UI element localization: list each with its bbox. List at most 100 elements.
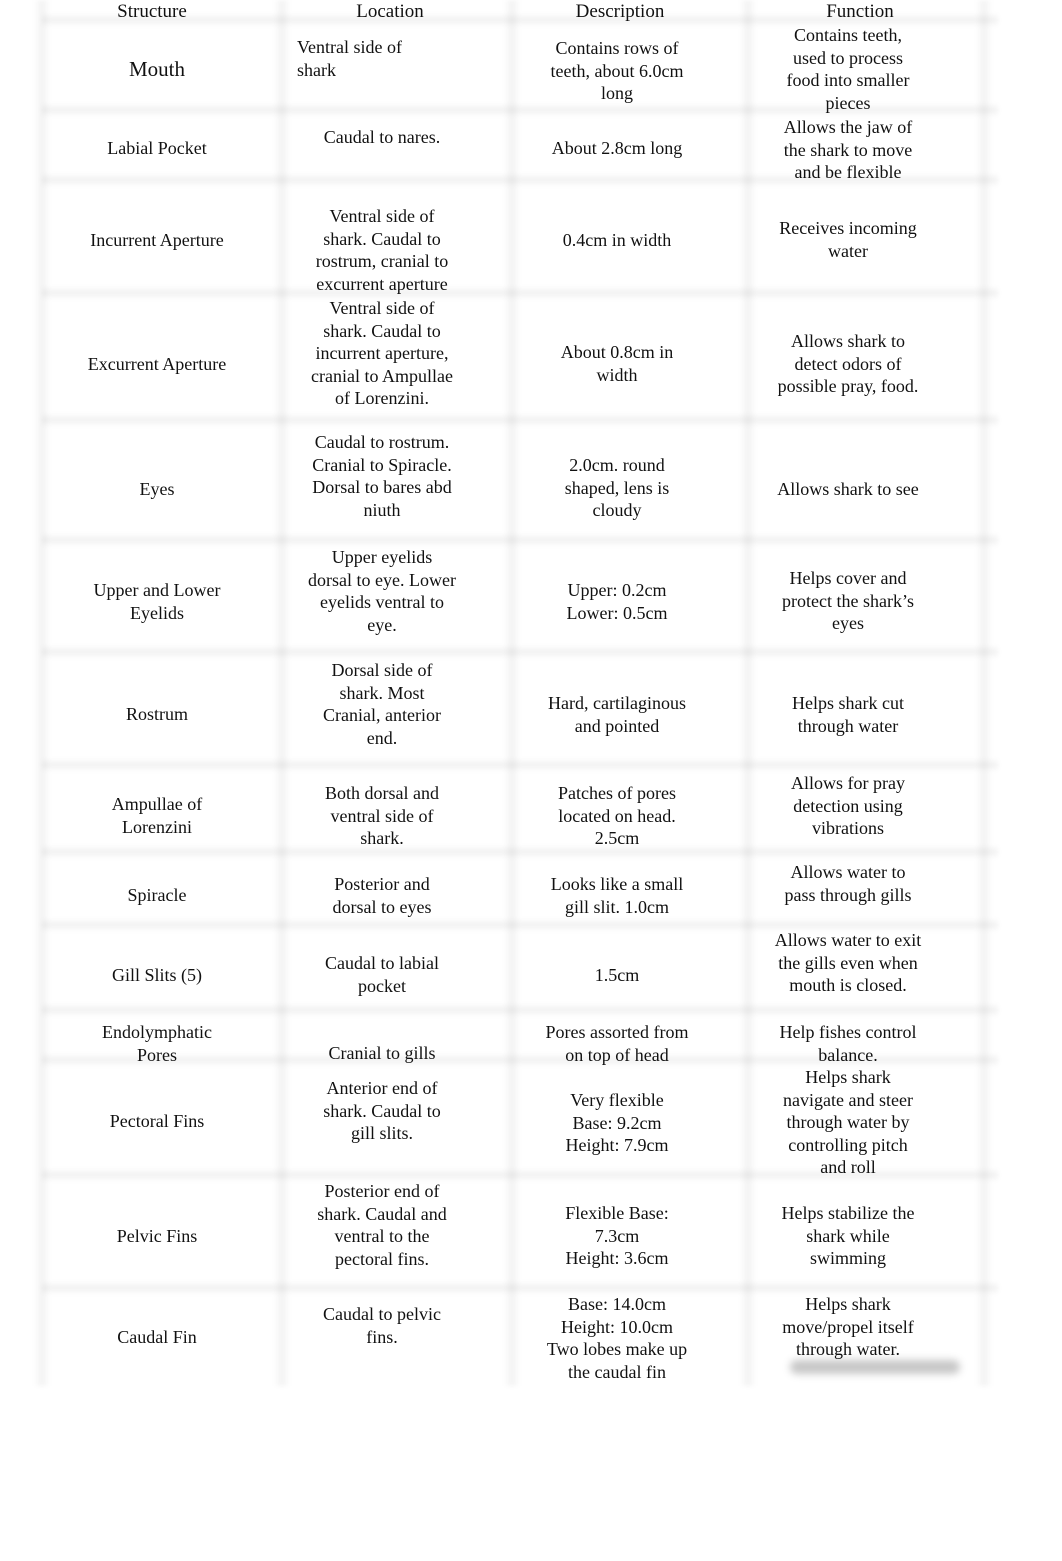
cell-description: Base: 14.0cm Height: 10.0cm Two lobes make… — [522, 1293, 712, 1383]
cell-text-line: Allows for pray — [791, 773, 905, 793]
cell-text-line: About 0.8cm in — [560, 342, 674, 362]
cell-text-line: pieces — [825, 92, 871, 113]
cell-text-line: Ventral side of — [329, 206, 435, 226]
cell-text-line: the shark to move — [783, 139, 913, 160]
cell-location: Ventral side of shark — [297, 36, 477, 81]
cell-function: Allows shark to detect odors of possible p… — [758, 330, 938, 398]
cell-text-line: 7.3cm — [594, 1225, 640, 1246]
cell-location: Ventral side of shark. Caudal to incurrent… — [292, 297, 472, 410]
cell-text-line: teeth, about 6.0cm — [550, 60, 684, 81]
cell-structure: Endolymphatic Pores — [52, 1021, 262, 1066]
cell-text-line: on top of head — [565, 1044, 669, 1065]
cell-function: Helps shark cut through water — [758, 692, 938, 737]
cell-text-line: cranial to Ampullae — [311, 365, 453, 386]
cell-text-line: detection using — [793, 795, 903, 816]
cell-location: Caudal to pelvic fins. — [292, 1303, 472, 1348]
cell-location: Posterior end of shark. Caudal and ventral… — [292, 1180, 472, 1270]
cell-text-line: Allows shark to see — [777, 479, 919, 499]
row-divider — [42, 1003, 998, 1017]
cell-structure: Pectoral Fins — [52, 1110, 262, 1133]
cell-text-line: Very flexible — [570, 1090, 664, 1110]
cell-text-line: shark. Most — [339, 682, 425, 703]
cell-structure: Mouth — [52, 58, 262, 81]
cell-text-line: shark. Caudal and — [317, 1203, 447, 1224]
cell-location: Dorsal side of shark. Most Cranial, anteri… — [292, 659, 472, 749]
cell-text-line: niuth — [363, 499, 401, 520]
cell-description: 0.4cm in width — [522, 229, 712, 252]
cell-text-line: Base: 9.2cm — [572, 1112, 662, 1133]
cell-description: 2.0cm. round shaped, lens is cloudy — [522, 454, 712, 522]
cell-function: Allows shark to see — [758, 478, 938, 501]
cell-description: Upper: 0.2cm Lower: 0.5cm — [522, 579, 712, 624]
cell-text-line: Caudal to labial — [325, 953, 439, 973]
cell-location: Cranial to gills — [292, 1042, 472, 1065]
cell-description: Patches of pores located on head. 2.5cm — [522, 782, 712, 850]
cell-text-line: shaped, lens is — [564, 477, 670, 498]
cell-text-line: width — [596, 364, 638, 385]
cell-text-line: of Lorenzini. — [335, 388, 429, 408]
cell-text-line: through water by — [786, 1112, 910, 1132]
cell-text-line: Caudal to pelvic — [323, 1304, 441, 1324]
cell-text-line: and roll — [820, 1157, 876, 1177]
cell-text-line: Gill Slits (5) — [111, 965, 202, 985]
cell-text-line: Incurrent Aperture — [90, 230, 224, 250]
cell-text-line: through water. — [796, 1339, 900, 1359]
cell-text-line: dorsal to eye. Lower — [308, 569, 456, 590]
cell-text-line: ventral side of — [330, 805, 434, 826]
cell-text-line: eye. — [367, 614, 397, 635]
cell-text-line: Helps shark — [805, 1067, 891, 1087]
cell-text-line: and be flexible — [794, 162, 902, 182]
cell-text-line: Helps shark — [805, 1294, 891, 1314]
row-divider — [42, 645, 998, 659]
cell-text-line: through water — [797, 715, 899, 736]
cell-text-line: Hard, cartilaginous — [548, 693, 686, 713]
cell-function: Help fishes control balance. — [758, 1021, 938, 1066]
cell-text-line: Height: 10.0cm — [561, 1316, 673, 1337]
cell-text-line: the caudal fin — [568, 1361, 666, 1382]
cell-text-line: Ampullae of — [111, 794, 203, 814]
cell-location: Caudal to nares. — [292, 126, 472, 149]
cell-text-line: Allows water to exit — [774, 930, 922, 950]
cell-text-line: end. — [366, 727, 398, 748]
cell-text-line: Ventral side of — [297, 37, 402, 57]
column-divider — [274, 0, 290, 1386]
cell-text-line: Allows water to — [790, 862, 906, 882]
cell-text-line: Both dorsal and — [325, 783, 439, 803]
redacted-watermark — [790, 1360, 960, 1374]
cell-location: Upper eyelids dorsal to eye. Lower eyelids… — [292, 546, 472, 636]
cell-structure: Eyes — [52, 478, 262, 501]
cell-function: Contains teeth, used to process food into … — [758, 24, 938, 114]
cell-text-line: pocket — [358, 975, 406, 996]
cell-function: Helps shark move/propel itself through wat… — [758, 1293, 938, 1361]
cell-text-line: water — [828, 240, 868, 261]
cell-text-line: Spiracle — [127, 885, 187, 905]
cell-function: Helps stabilize the shark while swimming — [758, 1202, 938, 1270]
cell-text-line: Pores assorted from — [545, 1022, 689, 1042]
cell-text-line: Allows the jaw of — [783, 117, 913, 137]
cell-text-line: pectoral fins. — [335, 1248, 429, 1269]
cell-text-line: Caudal to nares. — [323, 127, 441, 147]
cell-text-line: dorsal to eyes — [332, 896, 432, 917]
cell-structure: Ampullae of Lorenzini — [52, 793, 262, 838]
cell-text-line: Eyes — [139, 479, 175, 499]
cell-text-line: Posterior and — [334, 874, 430, 894]
cell-function: Helps shark navigate and steer through wat… — [758, 1066, 938, 1179]
cell-function: Allows water to pass through gills — [758, 861, 938, 906]
cell-text-line: eyes — [832, 613, 864, 633]
cell-text-line: Helps cover and — [789, 568, 907, 588]
cell-text-line: Lorenzini — [122, 816, 192, 837]
cell-text-line: Help fishes control — [779, 1022, 917, 1042]
cell-text-line: shark — [297, 59, 336, 80]
cell-text-line: cloudy — [592, 500, 642, 520]
cell-structure: Gill Slits (5) — [52, 964, 262, 987]
cell-text-line: vibrations — [812, 818, 884, 838]
cell-location: Anterior end of shark. Caudal to gill slit… — [292, 1077, 472, 1145]
cell-text-line: Excurrent Aperture — [87, 354, 227, 374]
cell-text-line: move/propel itself — [782, 1316, 914, 1337]
cell-text-line: Eyelids — [130, 602, 184, 623]
cell-text-line: ventral to the — [334, 1226, 430, 1246]
cell-structure: Rostrum — [52, 703, 262, 726]
cell-structure: Incurrent Aperture — [52, 229, 262, 252]
cell-text-line: Contains teeth, — [794, 25, 902, 45]
cell-text-line: Labial Pocket — [107, 138, 207, 158]
